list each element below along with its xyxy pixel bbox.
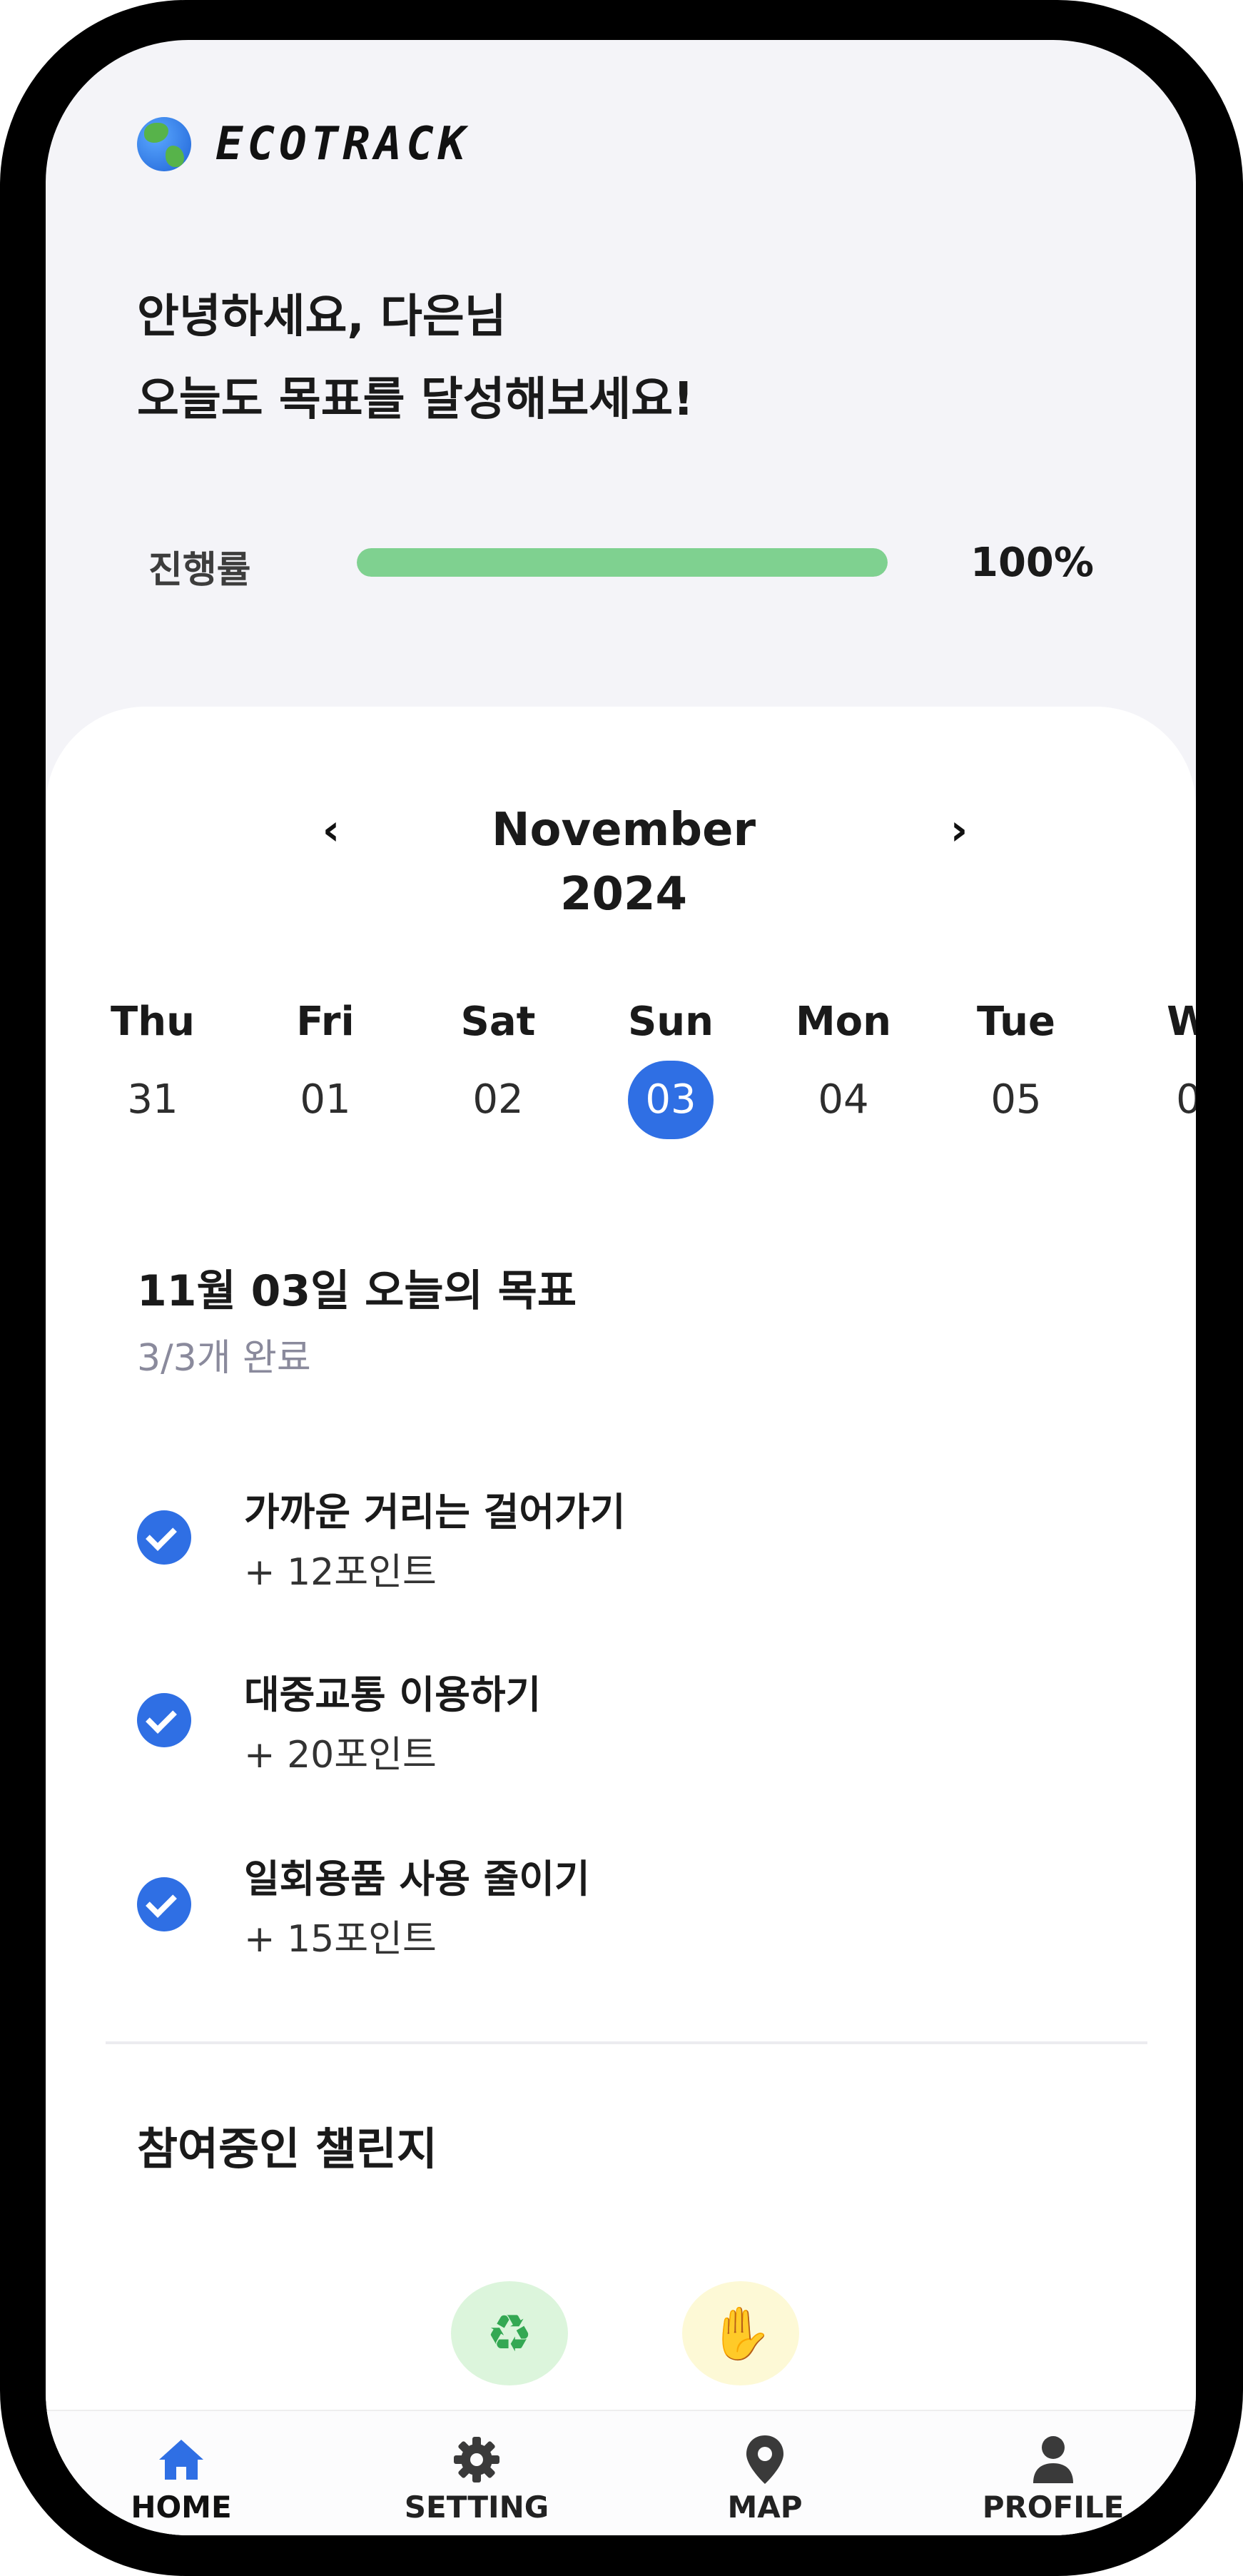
tab-profile[interactable]: PROFILE: [946, 2433, 1160, 2525]
month-navigator: ‹ November 2024 ›: [46, 798, 1196, 921]
gear-icon: [370, 2433, 584, 2487]
day-thu[interactable]: Thu 31: [81, 994, 224, 1139]
next-month-button[interactable]: ›: [930, 798, 988, 862]
task-item[interactable]: 대중교통 이용하기 + 20포인트: [137, 1663, 1065, 1806]
month-label: November 2024: [491, 804, 756, 921]
app-name: ECOTRACK: [215, 118, 470, 171]
check-icon[interactable]: [137, 1510, 191, 1565]
divider: [106, 2041, 1147, 2044]
task-title: 가까운 거리는 걸어가기: [244, 1490, 626, 1535]
progress-fill: [357, 548, 888, 577]
screen: ECOTRACK 안녕하세요, 다은님 오늘도 목표를 달성해보세요! 진행률 …: [46, 40, 1196, 2535]
map-pin-icon: [658, 2433, 872, 2487]
main-card: ‹ November 2024 › Thu 31 Fri 01 Sat 02 S…: [46, 707, 1196, 2535]
task-item[interactable]: 가까운 거리는 걸어가기 + 12포인트: [137, 1480, 1065, 1623]
greeting-line-1: 안녕하세요, 다은님: [137, 291, 507, 343]
task-points: + 20포인트: [244, 1734, 437, 1777]
check-icon[interactable]: [137, 1877, 191, 1931]
side-button: [0, 286, 10, 371]
day-tue[interactable]: Tue 05: [945, 994, 1087, 1139]
greeting-line-2: 오늘도 목표를 달성해보세요!: [137, 373, 694, 426]
day-sun-selected[interactable]: Sun 03: [599, 994, 742, 1139]
progress-value: 100%: [970, 540, 1095, 586]
home-icon: [74, 2433, 288, 2487]
task-points: + 12포인트: [244, 1551, 437, 1594]
tab-home[interactable]: HOME: [74, 2433, 288, 2525]
bottom-tab-bar: HOME SETTING MAP PROFILE: [46, 2410, 1196, 2535]
waving-hand-icon[interactable]: ✋: [682, 2281, 799, 2385]
check-icon[interactable]: [137, 1693, 191, 1747]
recycle-icon[interactable]: ♻: [451, 2281, 568, 2385]
side-button: [0, 207, 10, 264]
task-item[interactable]: 일회용품 사용 줄이기 + 15포인트: [137, 1847, 1065, 1990]
prev-month-button[interactable]: ‹: [303, 798, 360, 862]
challenges-title: 참여중인 챌린지: [137, 2123, 437, 2175]
user-icon: [946, 2433, 1160, 2487]
task-points: + 15포인트: [244, 1918, 437, 1961]
globe-icon: [137, 117, 191, 171]
progress-label: 진행률: [148, 549, 251, 592]
day-mon[interactable]: Mon 04: [772, 994, 915, 1139]
day-fri[interactable]: Fri 01: [254, 994, 397, 1139]
day-wed-partial[interactable]: W 0: [1117, 994, 1196, 1139]
phone-frame: ECOTRACK 안녕하세요, 다은님 오늘도 목표를 달성해보세요! 진행률 …: [0, 0, 1243, 2576]
tab-map[interactable]: MAP: [658, 2433, 872, 2525]
greeting: 안녕하세요, 다은님 오늘도 목표를 달성해보세요!: [137, 276, 694, 441]
task-title: 일회용품 사용 줄이기: [244, 1857, 590, 1901]
week-strip: Thu 31 Fri 01 Sat 02 Sun 03 Mon 04 Tue 0…: [46, 994, 1196, 1151]
progress-bar: [357, 548, 888, 577]
app-header: ECOTRACK: [137, 117, 470, 171]
day-sat[interactable]: Sat 02: [427, 994, 569, 1139]
task-title: 대중교통 이용하기: [244, 1672, 542, 1717]
goals-count: 3/3개 완료: [137, 1337, 311, 1380]
goals-title: 11월 03일 오늘의 목표: [137, 1266, 577, 1316]
tab-setting[interactable]: SETTING: [370, 2433, 584, 2525]
